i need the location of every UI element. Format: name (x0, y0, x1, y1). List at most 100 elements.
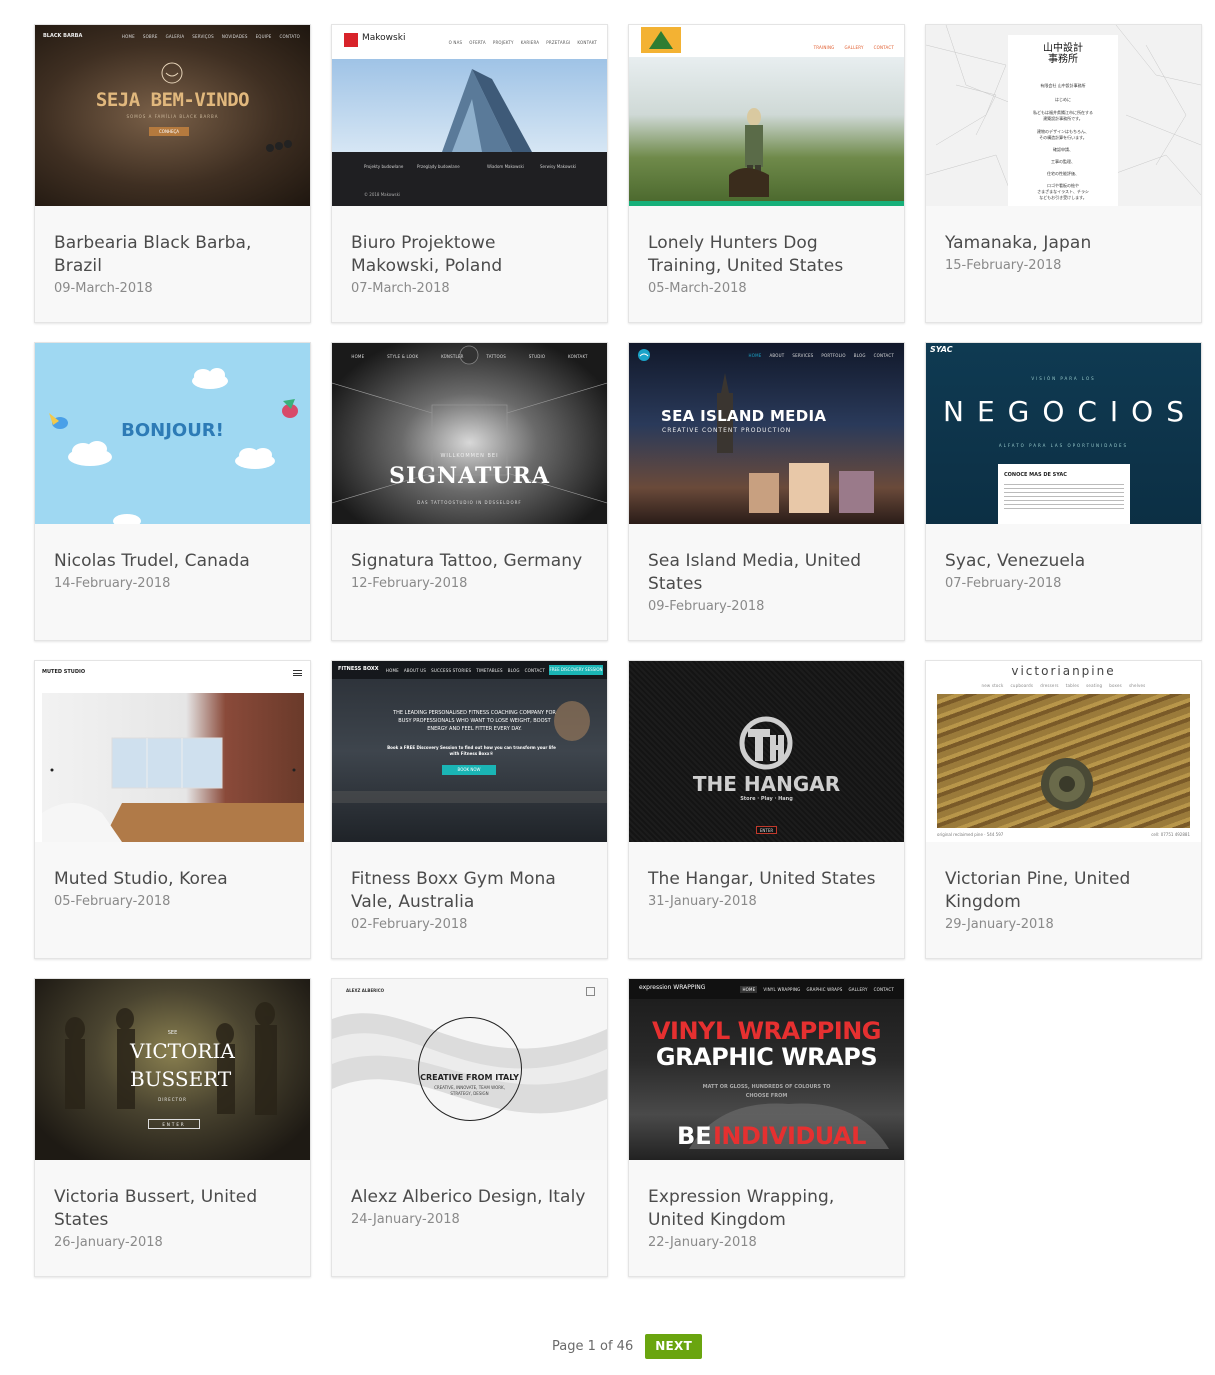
portfolio-card[interactable]: victorianpine new stock cupboards dresse… (925, 660, 1202, 959)
thumb-kicker: SEE (167, 1030, 178, 1036)
thumb-hero-image (42, 693, 304, 842)
card-thumbnail[interactable]: HOME ABOUT SERVICES PORTFOLIO BLOG CONTA… (629, 343, 904, 524)
thumb-header: Makowski O NAS OFERTA PROJEKTY KARIERA P… (332, 25, 607, 59)
thumb-nav-item: boxes (1109, 682, 1122, 688)
card-date: 22-January-2018 (648, 1235, 757, 1250)
card-title[interactable]: Fitness Boxx Gym Mona Vale, Australia (351, 868, 589, 914)
card-thumbnail[interactable]: BONJOUR! (35, 343, 310, 524)
thumb-accent-bar (629, 201, 904, 206)
card-thumbnail[interactable]: THE HANGAR Store · Play · Hang ENTER (629, 661, 904, 842)
thumb-headline: NEGOCIOS (943, 395, 1197, 428)
thumb-nav-item: O NAS (448, 39, 463, 45)
thumb-text-line: 建築設計事務所です。 (1043, 116, 1083, 121)
card-thumbnail[interactable]: Makowski O NAS OFERTA PROJEKTY KARIERA P… (332, 25, 607, 206)
card-title[interactable]: Muted Studio, Korea (54, 868, 292, 891)
barber-emblem-icon (161, 62, 183, 84)
thumb-nav-item: KONTAKT (577, 39, 597, 45)
hamburger-menu-icon (586, 987, 595, 996)
thumb-nav-item: KONTAKT (568, 353, 588, 359)
thumb-nav-item: PRZETARGI (546, 39, 571, 45)
thumb-text-line: 有限会社 山中設計事務所 (1040, 83, 1086, 88)
athletes-silhouette (332, 701, 607, 803)
card-title[interactable]: Sea Island Media, United States (648, 550, 886, 596)
thumb-hero-image (629, 57, 904, 201)
portfolio-card[interactable]: SEE VICTORIA BUSSERT DIRECTOR ENTER Vict… (34, 978, 311, 1277)
thumb-footer: Projekty budowlane Przeglądy budowlane W… (332, 152, 607, 206)
portfolio-card[interactable]: expression WRAPPING HOME VINYL WRAPPING … (628, 978, 905, 1277)
portfolio-card[interactable]: ALEXZ ALBERICO CREATIVE FROM ITALY CREAT… (331, 978, 608, 1277)
card-title[interactable]: Signatura Tattoo, Germany (351, 550, 589, 573)
card-title[interactable]: Yamanaka, Japan (945, 232, 1183, 255)
card-date: 05-March-2018 (648, 281, 747, 296)
card-thumbnail[interactable]: HOME STYLE & LOOK KÜNSTLER TATTOOS STUDI… (332, 343, 607, 524)
thumb-nav-item: cupboards (1010, 682, 1034, 688)
card-date: 07-March-2018 (351, 281, 450, 296)
card-title[interactable]: The Hangar, United States (648, 868, 886, 891)
card-thumbnail[interactable]: ALEXZ ALBERICO CREATIVE FROM ITALY CREAT… (332, 979, 607, 1160)
thumb-headline: SIGNATURA (389, 463, 550, 489)
card-thumbnail[interactable]: FITNESS BOXX HOME ABOUT US SUCCESS STORI… (332, 661, 607, 842)
thumb-nav-item: SERVIÇOS (192, 33, 214, 39)
thumb-nav-item: CONTACT (873, 44, 894, 50)
thumb-footer-col: Przeglądy budowlane (417, 164, 460, 169)
card-title[interactable]: Biuro Projektowe Makowski, Poland (351, 232, 589, 278)
bird-icon (282, 399, 298, 418)
card-title[interactable]: Alexz Alberico Design, Italy (351, 1186, 589, 1209)
card-thumbnail[interactable]: BLACK BARBA HOME SOBRE GALERIA SERVIÇOS … (35, 25, 310, 206)
card-title[interactable]: Syac, Venezuela (945, 550, 1183, 573)
card-title[interactable]: Barbearia Black Barba, Brazil (54, 232, 292, 278)
card-title[interactable]: Victoria Bussert, United States (54, 1186, 292, 1232)
thumb-nav-item: seating (1086, 682, 1103, 688)
card-thumbnail[interactable]: 山中設計事務所 有限会社 山中設計事務所 はじめに 私どもは福井県鯖江市に所在す… (926, 25, 1201, 206)
thumb-text-line: などもお引き受けします。 (1039, 195, 1087, 200)
card-date: 07-February-2018 (945, 576, 1062, 591)
card-thumbnail[interactable]: TRAINING GALLERY CONTACT (629, 25, 904, 206)
thumb-box-text (1004, 484, 1124, 509)
card-title[interactable]: Expression Wrapping, United Kingdom (648, 1186, 886, 1232)
portfolio-card[interactable]: MUTED STUDIO Muted Studio, Korea 05-Febr… (34, 660, 311, 959)
thumb-nav-item: shelves (1128, 682, 1146, 688)
thumb-circle (418, 1017, 522, 1121)
portfolio-card[interactable]: BONJOUR! Nicolas Trudel, Canada 14-Febru… (34, 342, 311, 641)
thumb-nav-item: STUDIO (528, 353, 546, 359)
thumb-nav-item: KÜNSTLER (441, 353, 464, 359)
card-title[interactable]: Lonely Hunters Dog Training, United Stat… (648, 232, 886, 278)
thumb-subline: CREATIVE CONTENT PRODUCTION (662, 427, 792, 434)
thumb-footer-red: INDIVIDUAL (713, 1122, 866, 1150)
thumb-kicker: WILLKOMMEN BEI (440, 453, 499, 459)
card-date: 14-February-2018 (54, 576, 171, 591)
thumb-nav-item: SOBRE (142, 33, 158, 39)
card-title[interactable]: Victorian Pine, United Kingdom (945, 868, 1183, 914)
thumb-nav-item: TATTOOS (486, 353, 506, 359)
card-thumbnail[interactable]: SEE VICTORIA BUSSERT DIRECTOR ENTER (35, 979, 310, 1160)
portfolio-card[interactable]: FITNESS BOXX HOME ABOUT US SUCCESS STORI… (331, 660, 608, 959)
thumb-button: ENTER (756, 826, 777, 834)
card-thumbnail[interactable]: MUTED STUDIO (35, 661, 310, 842)
portfolio-card[interactable]: HOME ABOUT SERVICES PORTFOLIO BLOG CONTA… (628, 342, 905, 641)
thumb-footer-left: original reclaimed pine · 544 597 (937, 832, 1004, 837)
thumb-text-line: 確認申請、 (1053, 147, 1073, 152)
portfolio-card[interactable]: BLACK BARBA HOME SOBRE GALERIA SERVIÇOS … (34, 24, 311, 323)
next-button[interactable]: NEXT (645, 1334, 703, 1359)
card-date: 15-February-2018 (945, 258, 1062, 273)
portfolio-card[interactable]: SYAC VISIÓN PARA LOS NEGOCIOS ALFATO PAR… (925, 342, 1202, 641)
hangar-logo-icon (739, 716, 793, 770)
pagination: Page 1 of 46 NEXT (552, 1334, 703, 1359)
portfolio-card[interactable]: THE HANGAR Store · Play · Hang ENTER The… (628, 660, 905, 959)
portfolio-card[interactable]: 山中設計事務所 有限会社 山中設計事務所 はじめに 私どもは福井県鯖江市に所在す… (925, 24, 1202, 323)
thumb-info-box: CONOCE MAS DE SYAC (998, 464, 1130, 524)
thumb-text-line: はじめに (1055, 97, 1071, 102)
portfolio-card[interactable]: TRAINING GALLERY CONTACT Lonely Hunters … (628, 24, 905, 323)
thumb-footer-white: BE (677, 1122, 712, 1150)
card-thumbnail[interactable]: expression WRAPPING HOME VINYL WRAPPING … (629, 979, 904, 1160)
portfolio-card[interactable]: HOME STYLE & LOOK KÜNSTLER TATTOOS STUDI… (331, 342, 608, 641)
thumb-subline: CREATIVE, INNOVATE, TEAM WORK, STRATEGY,… (434, 1085, 505, 1096)
hamburger-menu-icon (293, 670, 302, 676)
card-title[interactable]: Nicolas Trudel, Canada (54, 550, 292, 573)
thumb-logo: MUTED STUDIO (42, 669, 86, 675)
portfolio-card[interactable]: Makowski O NAS OFERTA PROJEKTY KARIERA P… (331, 24, 608, 323)
thumb-headline: THE HANGAR (692, 772, 841, 796)
card-thumbnail[interactable]: SYAC VISIÓN PARA LOS NEGOCIOS ALFATO PAR… (926, 343, 1201, 524)
card-thumbnail[interactable]: victorianpine new stock cupboards dresse… (926, 661, 1201, 842)
thumb-content-panel: 山中設計事務所 有限会社 山中設計事務所 はじめに 私どもは福井県鯖江市に所在す… (1008, 35, 1118, 206)
